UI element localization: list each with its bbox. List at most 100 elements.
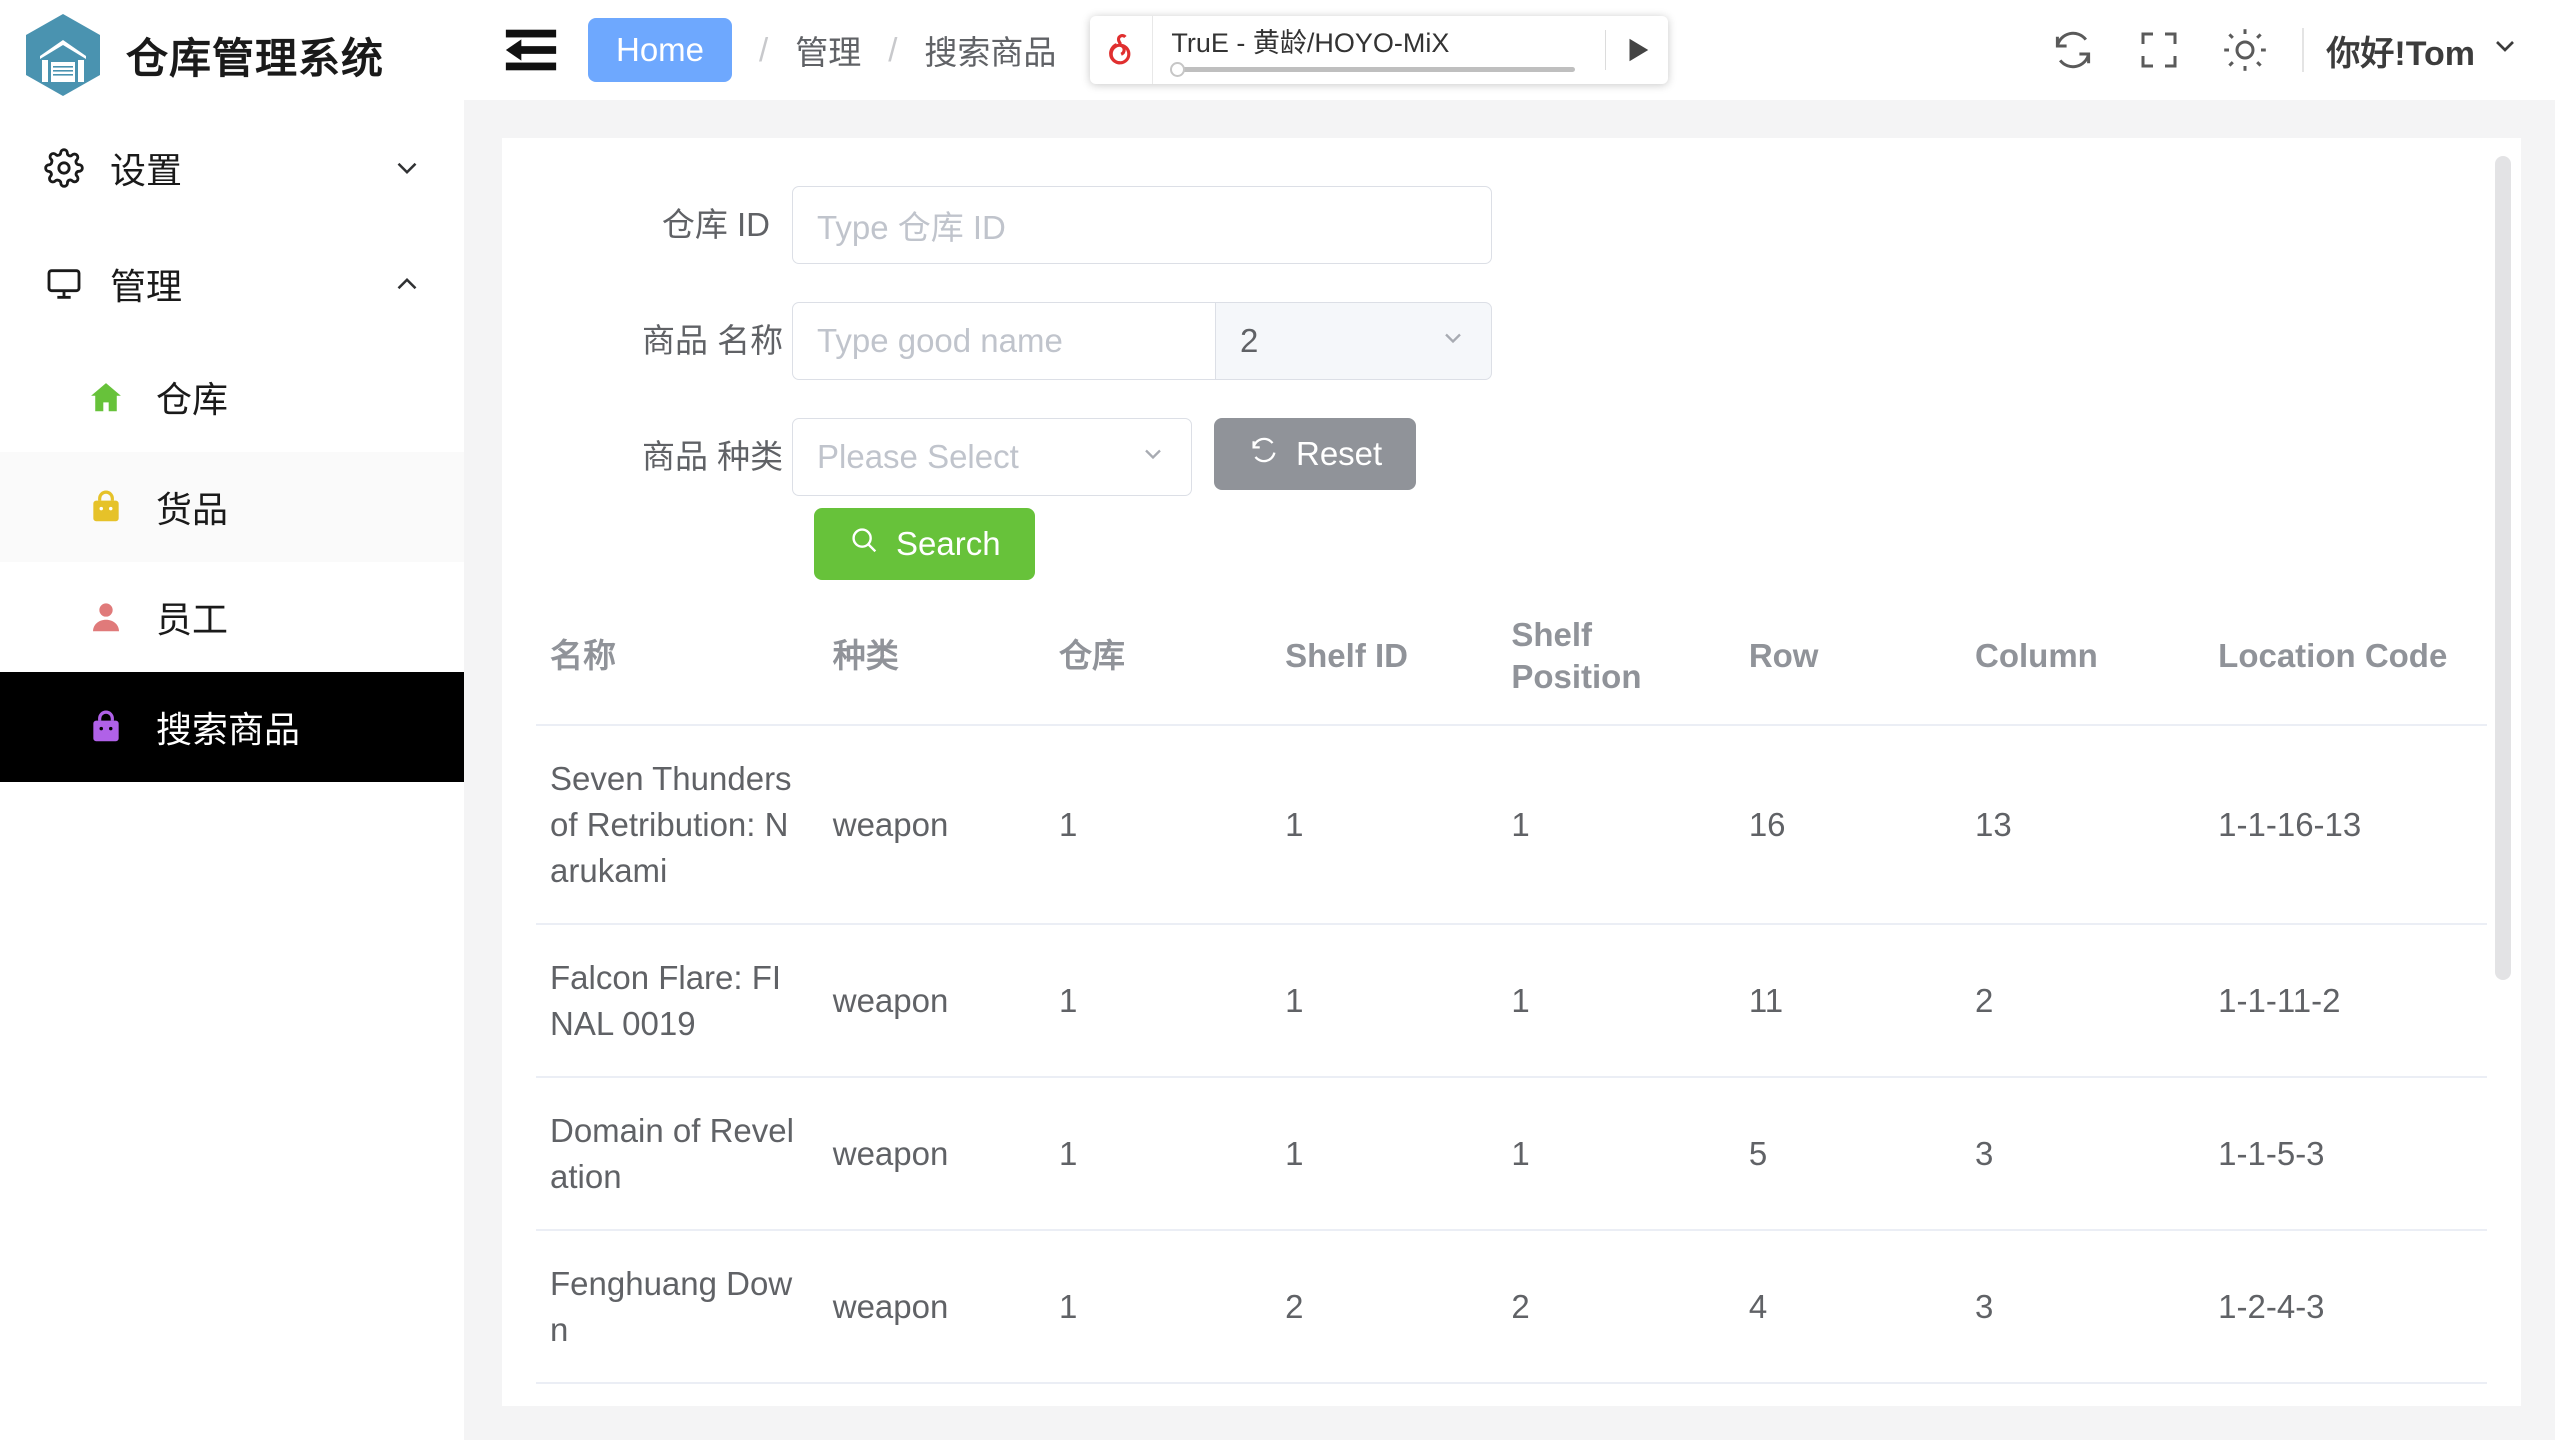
good-kind-select[interactable]: Please Select xyxy=(792,418,1192,496)
netease-music-icon xyxy=(1090,16,1152,84)
player-info: TruE - 黄龄/HOYO-MiX xyxy=(1152,16,1605,84)
brand: 仓库管理系统 xyxy=(0,0,464,110)
chevron-up-icon xyxy=(390,267,424,301)
table-row[interactable]: Fenghuang Down weapon 1 2 2 4 3 1-2-4-3 xyxy=(536,1230,2487,1385)
sidebar-group-label: 管理 xyxy=(110,266,183,307)
brightness-icon[interactable] xyxy=(2202,15,2288,85)
cell-name: Falcon Flare: FINAL 0019 xyxy=(536,924,819,1079)
cell-column: 2 xyxy=(1961,924,2205,1079)
reset-button[interactable]: Reset xyxy=(1214,418,1417,490)
cell-warehouse xyxy=(1044,1383,1272,1406)
table-row[interactable]: Falcon Flare: FINAL 0019 weapon 1 1 1 11… xyxy=(536,924,2487,1079)
table-head: 名称 种类 仓库 Shelf ID Shelf Position Row Col… xyxy=(536,592,2487,727)
collapse-menu-icon[interactable] xyxy=(502,26,560,74)
cell-warehouse: 1 xyxy=(1044,1230,1272,1385)
chevron-down-icon xyxy=(1139,438,1167,476)
column-header-column[interactable]: Column xyxy=(1961,592,2205,727)
breadcrumb-management[interactable]: 管理 xyxy=(795,26,861,74)
sidebar-item-goods[interactable]: 货品 xyxy=(0,452,464,562)
good-kind-label: 商品 种类 xyxy=(642,438,784,475)
form-row-search: Search xyxy=(642,508,2521,580)
column-header-warehouse[interactable]: 仓库 xyxy=(1044,592,1272,727)
breadcrumb-home[interactable]: Home xyxy=(588,18,733,82)
table-row[interactable]: Ancient Legac xyxy=(536,1383,2487,1406)
sidebar: 仓库管理系统 设置 管理 仓库 货品 员工 搜索商品 xyxy=(0,0,464,1440)
player-track-title: TruE - 黄龄/HOYO-MiX xyxy=(1171,28,1450,58)
chevron-down-icon xyxy=(390,151,424,185)
warehouse-icon xyxy=(24,12,102,98)
good-name-addon-select[interactable]: 2 xyxy=(1216,302,1492,380)
sidebar-item-search-goods[interactable]: 搜索商品 xyxy=(0,672,464,782)
cell-warehouse: 1 xyxy=(1044,924,1272,1079)
reset-button-label: Reset xyxy=(1296,435,1383,472)
form-spacer xyxy=(642,508,814,580)
cell-shelf-position: 1 xyxy=(1497,1077,1735,1232)
column-header-name[interactable]: 名称 xyxy=(536,592,819,727)
brand-title: 仓库管理系统 xyxy=(126,34,385,82)
player-progress-slider[interactable] xyxy=(1170,62,1575,78)
cell-shelf-position: 1 xyxy=(1497,924,1735,1079)
cell-name: Domain of Revelation xyxy=(536,1077,819,1232)
good-name-input[interactable]: Type good name xyxy=(792,302,1216,380)
sidebar-group-management[interactable]: 管理 xyxy=(0,226,464,342)
table-row[interactable]: Domain of Revelation weapon 1 1 1 5 3 1-… xyxy=(536,1077,2487,1232)
search-icon xyxy=(848,524,880,564)
cell-location-code: 1-1-16-13 xyxy=(2204,725,2487,926)
sidebar-group-label: 设置 xyxy=(110,150,183,191)
sidebar-item-label: 搜索商品 xyxy=(156,709,301,750)
cell-kind: weapon xyxy=(818,1077,1045,1232)
fullscreen-icon[interactable] xyxy=(2116,15,2202,85)
results-table-wrapper: 名称 种类 仓库 Shelf ID Shelf Position Row Col… xyxy=(502,592,2521,1406)
form-row-good-kind: 商品 种类 Please Select Reset xyxy=(642,418,2521,496)
content-card: 仓库 ID Type 仓库 ID 商品 名称 Type good name 2 xyxy=(502,138,2521,1406)
sidebar-item-label: 员工 xyxy=(156,599,229,640)
table-row[interactable]: Seven Thunders of Retribution: Narukami … xyxy=(536,725,2487,926)
play-icon[interactable] xyxy=(1606,16,1668,84)
column-header-location-code[interactable]: Location Code xyxy=(2204,592,2487,727)
cell-shelf-id xyxy=(1271,1383,1498,1406)
user-greeting: 你好!Tom xyxy=(2326,34,2475,73)
good-name-label: 商品 名称 xyxy=(642,322,784,359)
column-header-shelf-id[interactable]: Shelf ID xyxy=(1271,592,1498,727)
user-icon xyxy=(86,597,126,637)
cell-shelf-position xyxy=(1497,1383,1735,1406)
cell-row xyxy=(1734,1383,1961,1406)
sidebar-item-label: 仓库 xyxy=(156,379,229,420)
content-scrollbar[interactable] xyxy=(2495,156,2511,980)
sidebar-group-settings[interactable]: 设置 xyxy=(0,110,464,226)
breadcrumb-separator: / xyxy=(888,31,898,68)
home-icon xyxy=(86,377,126,417)
cell-location-code: 1-2-4-3 xyxy=(2204,1230,2487,1385)
cell-kind: weapon xyxy=(818,1230,1045,1385)
user-menu[interactable]: 你好!Tom xyxy=(2326,26,2521,75)
sidebar-item-employees[interactable]: 员工 xyxy=(0,562,464,672)
column-header-kind[interactable]: 种类 xyxy=(818,592,1045,727)
cell-shelf-id: 1 xyxy=(1271,725,1498,926)
cell-row: 4 xyxy=(1734,1230,1961,1385)
warehouse-id-input[interactable]: Type 仓库 ID xyxy=(792,186,1492,264)
search-button[interactable]: Search xyxy=(814,508,1035,580)
cell-warehouse: 1 xyxy=(1044,725,1272,926)
cell-column: 13 xyxy=(1961,725,2205,926)
main-content: 仓库 ID Type 仓库 ID 商品 名称 Type good name 2 xyxy=(464,100,2555,1440)
cell-name: Ancient Legac xyxy=(536,1383,819,1406)
addon-value: 2 xyxy=(1240,322,1259,359)
cell-row: 16 xyxy=(1734,725,1961,926)
chevron-down-icon xyxy=(1439,322,1467,360)
refresh-icon[interactable] xyxy=(2030,15,2116,85)
warehouse-id-label: 仓库 ID xyxy=(661,206,770,243)
music-player[interactable]: TruE - 黄龄/HOYO-MiX xyxy=(1090,16,1669,84)
cell-kind: weapon xyxy=(818,725,1045,926)
bag-icon xyxy=(86,487,126,527)
search-form: 仓库 ID Type 仓库 ID 商品 名称 Type good name 2 xyxy=(502,186,2521,580)
cell-location-code: 1-1-5-3 xyxy=(2204,1077,2487,1232)
table-body: Seven Thunders of Retribution: Narukami … xyxy=(536,725,2487,1406)
good-kind-selected-value: Please Select xyxy=(817,438,1019,475)
column-header-row[interactable]: Row xyxy=(1734,592,1961,727)
column-header-shelf-position[interactable]: Shelf Position xyxy=(1497,592,1735,727)
cell-shelf-id: 2 xyxy=(1271,1230,1498,1385)
player-progress-knob[interactable] xyxy=(1170,62,1186,78)
cell-warehouse: 1 xyxy=(1044,1077,1272,1232)
cell-shelf-position: 1 xyxy=(1497,725,1735,926)
sidebar-item-warehouse[interactable]: 仓库 xyxy=(0,342,464,452)
